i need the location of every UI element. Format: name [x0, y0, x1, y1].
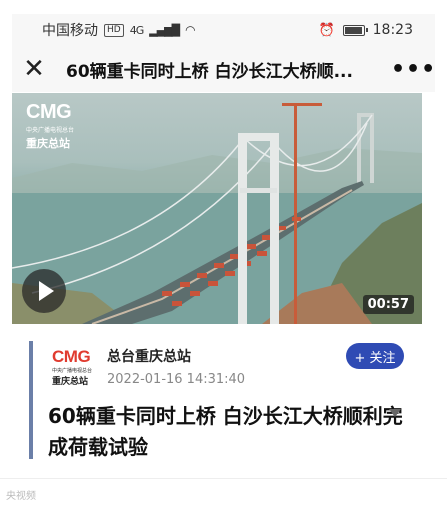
play-icon[interactable] — [22, 269, 66, 313]
nav-bar: ✕ 60辆重卡同时上桥 白沙长江大桥顺... ••• — [12, 46, 435, 92]
clock: 18:23 — [372, 22, 413, 38]
cmg-logo-subtitle: 中央广播电视总台 — [26, 127, 75, 134]
station-label: 重庆总站 — [26, 137, 70, 150]
publish-time: 2022-01-16 14:31:40 — [107, 372, 246, 387]
battery-icon — [342, 24, 368, 36]
follow-button[interactable]: + 关注 — [346, 343, 404, 369]
article-headline: 60辆重卡同时上桥 白沙长江大桥顺利完成荷载试验 — [48, 404, 403, 459]
carrier-group: 中国移动 HD 4G ▂▄▆█ ◠ — [42, 20, 196, 40]
divider — [0, 478, 447, 479]
status-bar: 中国移动 HD 4G ▂▄▆█ ◠ ⏰ 18:23 — [12, 14, 435, 46]
video-player[interactable]: CMG 中央广播电视总台 重庆总站 00:57 — [12, 93, 422, 324]
phone-screen: 中国移动 HD 4G ▂▄▆█ ◠ ⏰ 18:23 ✕ 60辆重卡同时上桥 白沙… — [0, 0, 447, 506]
watermark: 央视频 — [6, 491, 36, 502]
signal-icon: ▂▄▆█ — [149, 23, 180, 37]
more-icon[interactable]: ••• — [391, 57, 435, 82]
author-name[interactable]: 总台重庆总站 — [107, 346, 191, 366]
author-logo-subtitle: 中央广播电视总台 — [52, 368, 93, 374]
cmg-logo: CMG 中央广播电视总台 重庆总站 — [26, 101, 74, 151]
expand-icon[interactable] — [389, 409, 401, 417]
page-title: 60辆重卡同时上桥 白沙长江大桥顺... — [66, 61, 353, 82]
hd-badge: HD — [104, 23, 124, 37]
carrier-name: 中国移动 — [42, 23, 98, 39]
network-type: 4G — [129, 23, 144, 37]
video-duration: 00:57 — [362, 295, 414, 314]
close-icon[interactable]: ✕ — [12, 56, 56, 82]
cmg-logo-text: CMG — [26, 101, 72, 123]
author-logo-station: 重庆总站 — [52, 377, 89, 387]
author-avatar[interactable]: CMG 中央广播电视总台 重庆总站 — [52, 347, 100, 387]
alarm-icon: ⏰ — [318, 22, 335, 38]
status-right: ⏰ 18:23 — [318, 22, 413, 38]
wifi-icon: ◠ — [185, 23, 196, 37]
card-accent-bar — [29, 341, 33, 459]
author-logo-text: CMG — [52, 347, 91, 366]
